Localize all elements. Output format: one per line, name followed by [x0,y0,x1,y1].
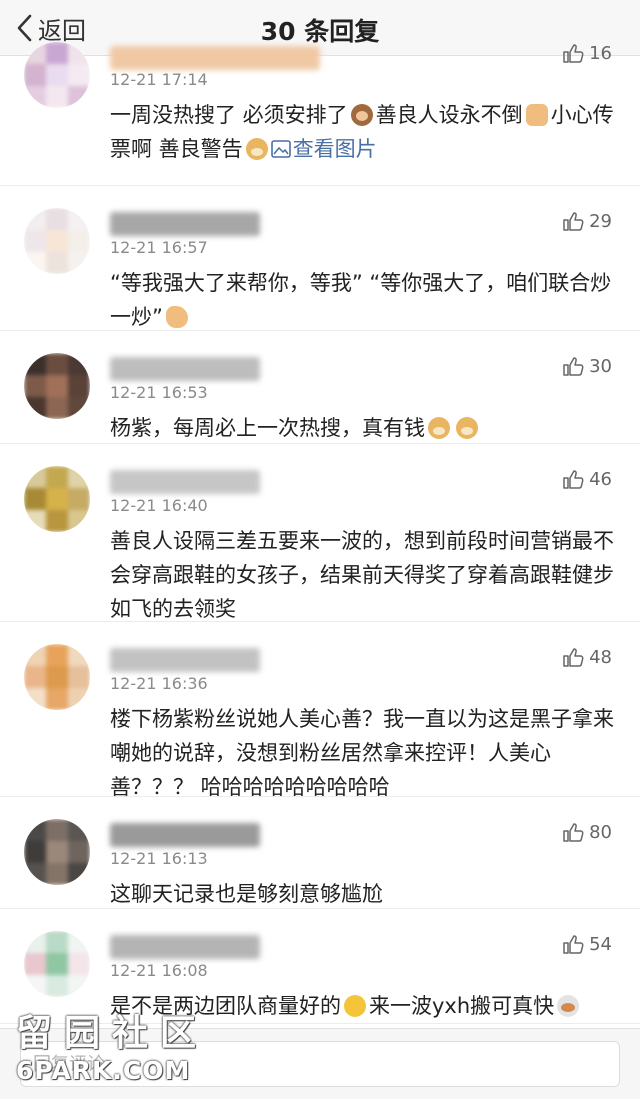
comment-text-segment: 杨紫，每周必上一次热搜，真有钱 [110,416,425,440]
comment-item[interactable]: 12-21 16:08 54 是不是两边团队商量好的 来一波yxh搬可真快 [0,909,640,1024]
comment-item[interactable]: 12-21 16:53 30 杨紫，每周必上一次热搜，真有钱 [0,331,640,444]
cat-emoji-icon [557,995,580,1017]
doge-emoji-icon [428,417,450,439]
doge-emoji-icon [456,417,478,439]
comment-text: 楼下杨紫粉丝说她人美心善？我一直以为这是黑子拿来嘲她的说辞，没想到粉丝居然拿来控… [110,702,618,804]
nickname-blurred[interactable] [110,357,260,381]
avatar[interactable] [24,466,90,532]
comment-item[interactable]: 12-21 16:57 29 “等我强大了来帮你，等我” “等你强大了，咱们联合炒一… [0,186,640,331]
comment-text-segment: 善良人设隔三差五要来一波的，想到前段时间营销最不会穿高跟鞋的女孩子，结果前天得奖… [110,529,614,621]
comment-time: 12-21 16:40 [110,496,208,515]
comment-text: 这聊天记录也是够刻意够尴尬 [110,877,618,911]
view-image-link[interactable]: 查看图片 [270,137,377,161]
comment-text-segment: 楼下杨紫粉丝说她人美心善？我一直以为这是黑子拿来嘲她的说辞，没想到粉丝居然拿来控… [110,707,614,799]
thumbs-up-icon [563,935,584,954]
like-button[interactable]: 29 [562,210,612,232]
thumbs-up-icon [563,212,584,231]
like-count: 54 [589,933,612,955]
comment-text-segment: 一周没热搜了 必须安排了 [110,103,348,127]
comment-time: 12-21 16:08 [110,961,208,980]
comment-text: 善良人设隔三差五要来一波的，想到前段时间营销最不会穿高跟鞋的女孩子，结果前天得奖… [110,524,618,626]
image-icon [270,140,291,158]
doge-emoji-icon [245,138,268,160]
view-image-label: 查看图片 [292,137,377,161]
avatar[interactable] [24,42,90,108]
comment-time: 12-21 16:57 [110,238,208,257]
like-button[interactable]: 80 [562,821,612,843]
reply-input[interactable] [20,1041,620,1087]
nickname-blurred[interactable] [110,648,260,672]
like-count: 29 [589,210,612,232]
avatar[interactable] [24,208,90,274]
clap-emoji-icon [165,306,188,328]
avatar[interactable] [24,931,90,997]
avatar[interactable] [24,819,90,885]
comment-text-segment: 是不是两边团队商量好的 [110,994,341,1018]
like-count: 46 [589,468,612,490]
comment-text-segment: 来一波yxh搬可真快 [369,994,555,1018]
reply-bar [0,1028,640,1099]
comment-item[interactable]: 12-21 17:14 16 一周没热搜了 必须安排了 善良人设永不倒 小心传票啊 善良… [0,40,640,186]
nickname-blurred[interactable] [110,935,260,959]
nickname-blurred[interactable] [110,46,320,70]
like-button[interactable]: 46 [562,468,612,490]
like-count: 16 [589,42,612,64]
monkey-emoji-icon [350,104,373,126]
fist-emoji-icon [525,104,548,126]
comment-item[interactable]: 12-21 16:40 46 善良人设隔三差五要来一波的，想到前段时间营销最不会穿高… [0,444,640,622]
comment-text: 一周没热搜了 必须安排了 善良人设永不倒 小心传票啊 善良警告 查看图片 [110,98,618,166]
comment-item[interactable]: 12-21 16:13 80 这聊天记录也是够刻意够尴尬 [0,797,640,909]
nickname-blurred[interactable] [110,212,260,236]
like-count: 48 [589,646,612,668]
like-button[interactable]: 30 [562,355,612,377]
comment-item[interactable]: 12-21 16:36 48 楼下杨紫粉丝说她人美心善？我一直以为这是黑子拿来嘲她的… [0,622,640,799]
like-count: 30 [589,355,612,377]
think-emoji-icon [344,995,366,1017]
comment-text: 是不是两边团队商量好的 来一波yxh搬可真快 [110,989,618,1023]
thumbs-up-icon [563,470,584,489]
like-button[interactable]: 16 [562,42,612,64]
comment-text-segment: 这聊天记录也是够刻意够尴尬 [110,882,383,906]
comment-time: 12-21 16:53 [110,383,208,402]
comment-time: 12-21 16:13 [110,849,208,868]
nickname-blurred[interactable] [110,823,260,847]
thumbs-up-icon [563,823,584,842]
comment-text: “等我强大了来帮你，等我” “等你强大了，咱们联合炒一炒” [110,266,618,334]
like-button[interactable]: 48 [562,646,612,668]
thumbs-up-icon [563,44,584,63]
comment-time: 12-21 17:14 [110,70,208,89]
comment-text: 杨紫，每周必上一次热搜，真有钱 [110,411,618,445]
comment-text-segment: 善良人设永不倒 [375,103,523,127]
thumbs-up-icon [563,357,584,376]
avatar[interactable] [24,353,90,419]
comment-time: 12-21 16:36 [110,674,208,693]
nickname-blurred[interactable] [110,470,260,494]
like-count: 80 [589,821,612,843]
avatar[interactable] [24,644,90,710]
like-button[interactable]: 54 [562,933,612,955]
thumbs-up-icon [563,648,584,667]
